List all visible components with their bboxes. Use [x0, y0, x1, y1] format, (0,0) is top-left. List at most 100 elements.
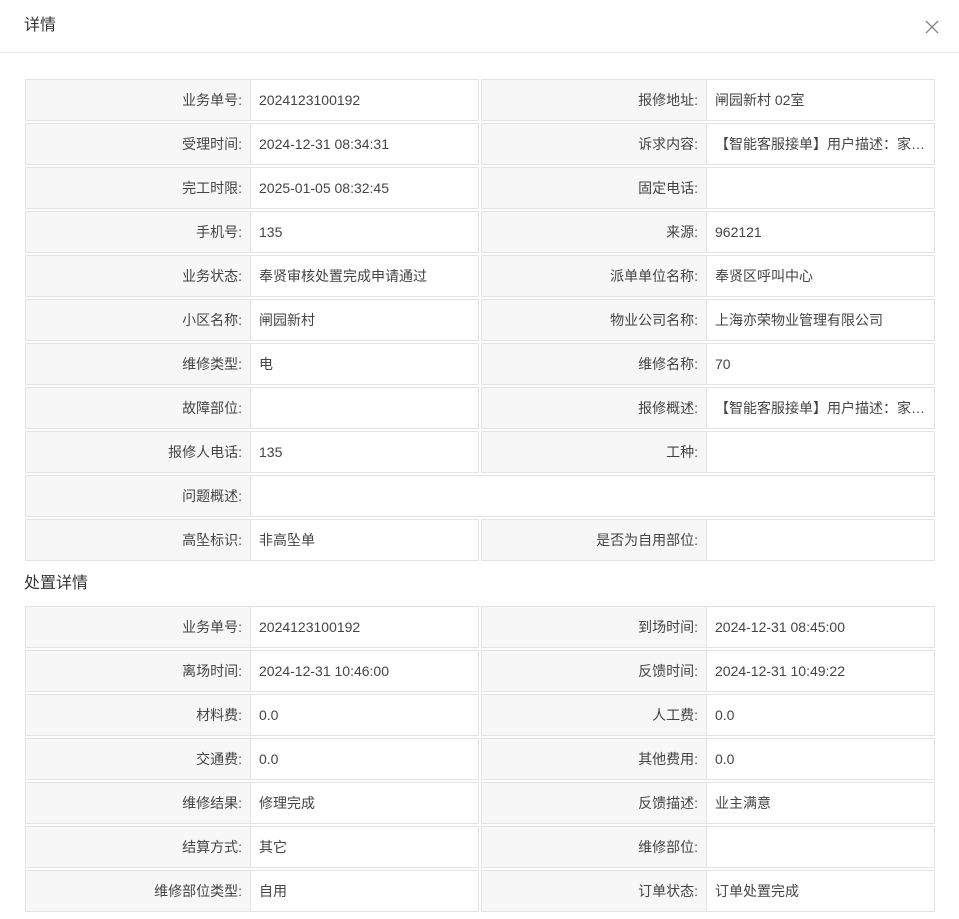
field-value-cell: 70: [707, 343, 935, 385]
detail-row: 受理时间: 2024-12-31 08:34:31: [24, 122, 480, 166]
detail-row: 到场时间: 2024-12-31 08:45:00: [480, 605, 936, 649]
field-value-cell: 0.0: [251, 738, 479, 780]
field-label: 维修部位类型:: [25, 870, 251, 912]
field-label: 维修部位:: [481, 826, 707, 868]
field-value-cell: 0.0: [707, 694, 935, 736]
field-label: 维修类型:: [25, 343, 251, 385]
detail-row: 其他费用: 0.0: [480, 737, 936, 781]
field-label: 到场时间:: [481, 606, 707, 648]
field-label: 报修人电话:: [25, 431, 251, 473]
field-value-cell: 上海亦荣物业管理有限公司: [707, 299, 935, 341]
field-value-cell: 自用: [251, 870, 479, 912]
detail-row: 维修名称: 70: [480, 342, 936, 386]
field-value-cell: 135: [251, 431, 479, 473]
field-value: 业主满意: [715, 795, 771, 811]
detail-row: 人工费: 0.0: [480, 693, 936, 737]
field-label: 业务单号:: [25, 606, 251, 648]
field-label: 小区名称:: [25, 299, 251, 341]
detail-row: 业务单号: 2024123100192: [24, 78, 480, 122]
detail-row: 物业公司名称: 上海亦荣物业管理有限公司: [480, 298, 936, 342]
detail-row: 高坠标识: 非高坠单: [24, 518, 480, 562]
field-value: 其它: [259, 839, 287, 855]
detail-row: 报修概述: 【智能客服接单】用户描述：家中电路故障: [480, 386, 936, 430]
detail-row: 工种:: [480, 430, 936, 474]
detail-row: 完工时限: 2025-01-05 08:32:45: [24, 166, 480, 210]
field-value-cell: 【智能客服接单】用户描述：家中电路故障: [707, 387, 935, 429]
field-label: 工种:: [481, 431, 707, 473]
field-label: 业务状态:: [25, 255, 251, 297]
details-table: 业务单号: 2024123100192 报修地址: 闸园新村 02室受理时间: 2024…: [24, 78, 936, 562]
field-label: 受理时间:: [25, 123, 251, 165]
field-value: 70: [715, 356, 731, 372]
field-label: 业务单号:: [25, 79, 251, 121]
field-value: 奉贤审核处置完成申请通过: [259, 268, 427, 284]
field-value: 135: [259, 444, 283, 460]
detail-row: 报修地址: 闸园新村 02室: [480, 78, 936, 122]
field-value-cell: 0.0: [707, 738, 935, 780]
field-value-cell: [251, 387, 479, 429]
dialog-header: 详情: [0, 0, 959, 53]
field-value-cell: 电: [251, 343, 479, 385]
field-value-cell: [707, 826, 935, 868]
field-value: 电: [259, 356, 273, 372]
detail-row: 维修结果: 修理完成: [24, 781, 480, 825]
field-value-cell: 闸园新村: [251, 299, 479, 341]
field-label: 人工费:: [481, 694, 707, 736]
field-value-cell: 2024-12-31 08:34:31: [251, 123, 479, 165]
field-value-cell: 业主满意: [707, 782, 935, 824]
field-value: 闸园新村: [259, 312, 315, 328]
field-label: 维修结果:: [25, 782, 251, 824]
field-value-cell: 2024-12-31 10:46:00: [251, 650, 479, 692]
field-value: 0.0: [259, 751, 279, 767]
field-label: 手机号:: [25, 211, 251, 253]
detail-row: 诉求内容: 【智能客服接单】用户描述：家中电路故障: [480, 122, 936, 166]
field-label: 完工时限:: [25, 167, 251, 209]
disposal-table: 业务单号: 2024123100192 到场时间: 2024-12-31 08:45:…: [24, 605, 936, 913]
field-value-cell: 135: [251, 211, 479, 253]
field-label: 维修名称:: [481, 343, 707, 385]
field-value-cell: [251, 475, 935, 517]
field-value-cell: 非高坠单: [251, 519, 479, 561]
field-value: 【智能客服接单】用户描述：家中电路故障: [715, 136, 926, 152]
field-value: 上海亦荣物业管理有限公司: [715, 312, 883, 328]
field-value: 0.0: [715, 751, 735, 767]
field-value-cell: 2024-12-31 10:49:22: [707, 650, 935, 692]
field-value: 2024-12-31 10:49:22: [715, 663, 845, 679]
field-label: 订单状态:: [481, 870, 707, 912]
field-value-cell: [707, 167, 935, 209]
detail-row: 故障部位:: [24, 386, 480, 430]
field-value: 奉贤区呼叫中心: [715, 268, 813, 284]
field-label: 报修地址:: [481, 79, 707, 121]
detail-dialog: 详情 业务单号: 2024123100192 报修地址: 闸园新村 02室 受理时间: 2…: [0, 0, 959, 919]
section-title-disposal: 处置详情: [24, 575, 89, 592]
field-label: 物业公司名称:: [481, 299, 707, 341]
detail-row: 离场时间: 2024-12-31 10:46:00: [24, 649, 480, 693]
detail-row: 交通费: 0.0: [24, 737, 480, 781]
detail-row: 业务状态: 奉贤审核处置完成申请通过: [24, 254, 480, 298]
detail-row: 材料费: 0.0: [24, 693, 480, 737]
field-value: 订单处置完成: [715, 883, 799, 899]
field-value: 2024123100192: [259, 92, 361, 108]
field-label: 派单单位名称:: [481, 255, 707, 297]
field-value: 闸园新村 02室: [715, 92, 805, 108]
detail-row: 来源: 962121: [480, 210, 936, 254]
field-label: 结算方式:: [25, 826, 251, 868]
field-label: 故障部位:: [25, 387, 251, 429]
detail-row: 维修部位:: [480, 825, 936, 869]
detail-row: 维修类型: 电: [24, 342, 480, 386]
field-value-cell: 2024123100192: [251, 606, 479, 648]
detail-row: 订单状态: 订单处置完成: [480, 869, 936, 913]
detail-row: 是否为自用部位:: [480, 518, 936, 562]
field-label: 反馈描述:: [481, 782, 707, 824]
field-value: 2024-12-31 08:34:31: [259, 136, 389, 152]
field-label: 反馈时间:: [481, 650, 707, 692]
field-value: 2024-12-31 08:45:00: [715, 619, 845, 635]
close-button[interactable]: [919, 14, 945, 40]
field-value: 962121: [715, 224, 762, 240]
detail-row: 派单单位名称: 奉贤区呼叫中心: [480, 254, 936, 298]
field-label: 是否为自用部位:: [481, 519, 707, 561]
field-value: 修理完成: [259, 795, 315, 811]
field-value: 2024-12-31 10:46:00: [259, 663, 389, 679]
field-value-cell: 订单处置完成: [707, 870, 935, 912]
field-label: 材料费:: [25, 694, 251, 736]
